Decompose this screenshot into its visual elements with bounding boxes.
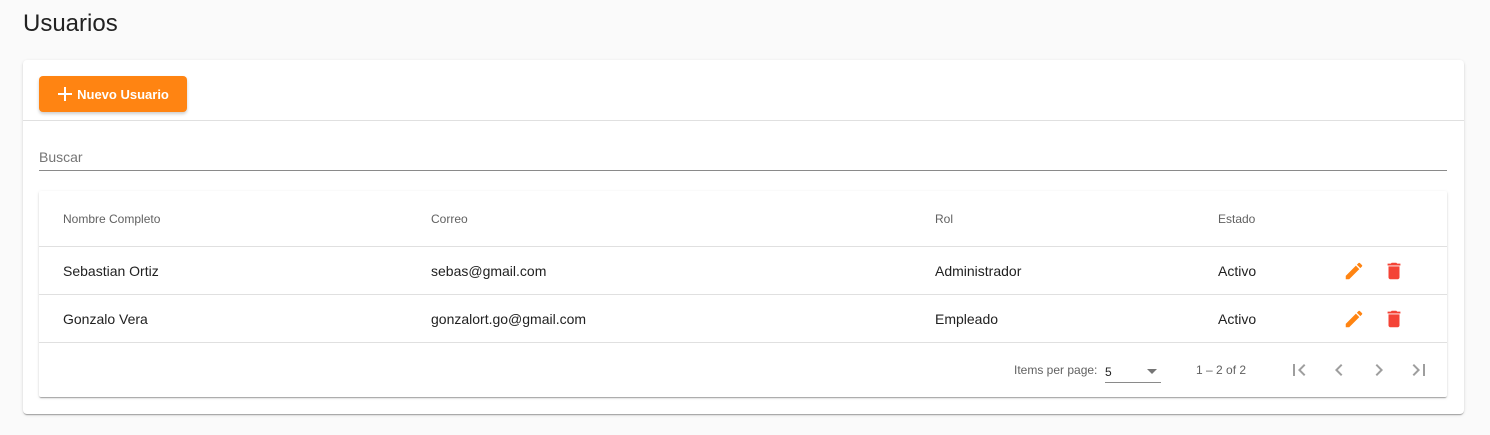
table-header-row: Nombre Completo Correo Rol Estado (39, 191, 1447, 247)
cell-email: gonzalort.go@gmail.com (431, 310, 587, 327)
paginator: Items per page: 5 1 – 2 of 2 (39, 343, 1447, 397)
users-card: Nuevo Usuario Nombre Completo Correo Rol… (23, 60, 1464, 414)
users-table: Nombre Completo Correo Rol Estado Sebast… (39, 191, 1447, 397)
column-header-role: Rol (935, 211, 954, 226)
table-row: Gonzalo Vera gonzalort.go@gmail.com Empl… (39, 295, 1447, 343)
table-row: Sebastian Ortiz sebas@gmail.com Administ… (39, 247, 1447, 295)
column-header-email: Correo (431, 211, 468, 226)
cell-role: Empleado (935, 310, 999, 327)
delete-icon[interactable] (1381, 258, 1407, 284)
cell-role: Administrador (935, 262, 1022, 279)
delete-icon[interactable] (1381, 306, 1407, 332)
search-field (39, 144, 1447, 171)
dropdown-arrow-icon (1147, 369, 1157, 374)
new-user-label: Nuevo Usuario (77, 86, 169, 102)
edit-icon[interactable] (1341, 258, 1367, 284)
cell-name: Sebastian Ortiz (63, 262, 159, 279)
page-size-value: 5 (1105, 364, 1112, 379)
cell-email: sebas@gmail.com (431, 262, 547, 279)
search-input[interactable] (39, 144, 1447, 170)
page-size-select[interactable]: 5 (1105, 361, 1161, 383)
items-per-page-label: Items per page: (1014, 363, 1098, 377)
previous-page-icon[interactable] (1327, 358, 1351, 382)
cell-status: Activo (1218, 310, 1257, 327)
cell-status: Activo (1218, 262, 1257, 279)
new-user-button[interactable]: Nuevo Usuario (39, 76, 187, 112)
next-page-icon[interactable] (1367, 358, 1391, 382)
column-header-status: Estado (1218, 211, 1256, 226)
cell-name: Gonzalo Vera (63, 310, 148, 327)
edit-icon[interactable] (1341, 306, 1367, 332)
divider (23, 120, 1464, 121)
row-actions (1341, 247, 1407, 294)
column-header-name: Nombre Completo (63, 211, 161, 226)
plus-icon (57, 86, 73, 102)
page-range-label: 1 – 2 of 2 (1196, 363, 1247, 377)
first-page-icon[interactable] (1287, 358, 1311, 382)
page-title: Usuarios (23, 10, 118, 37)
last-page-icon[interactable] (1407, 358, 1431, 382)
row-actions (1341, 295, 1407, 342)
